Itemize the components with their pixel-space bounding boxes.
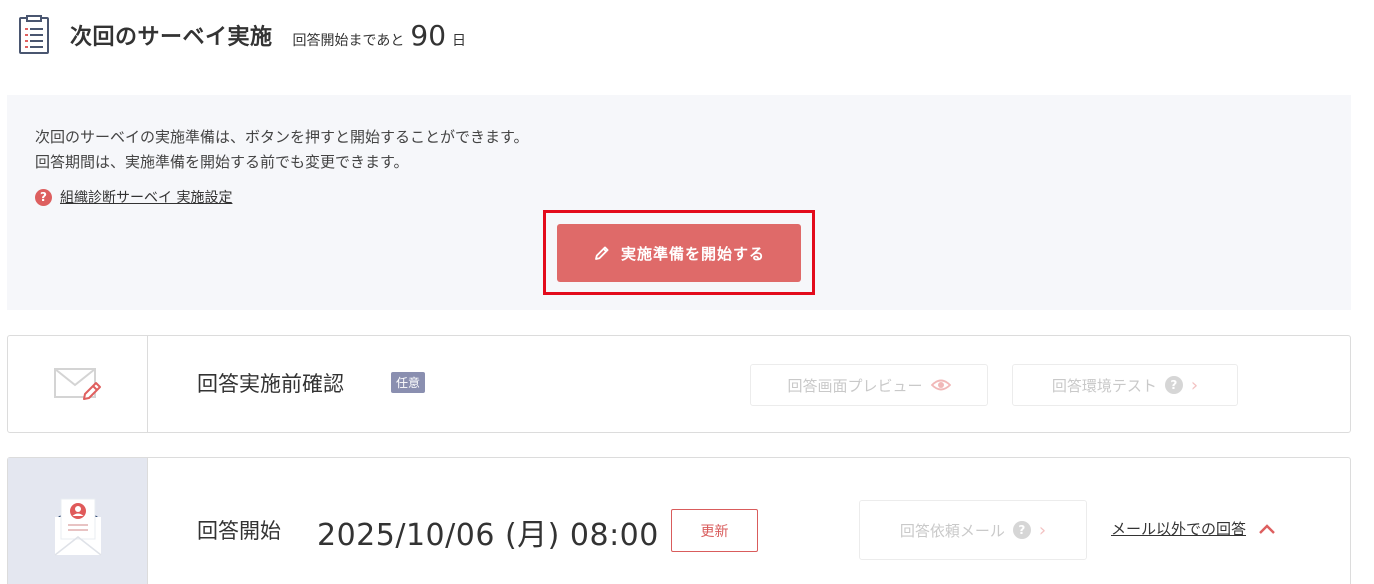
pre-check-title: 回答実施前確認 [197,372,344,396]
answer-preview-button[interactable]: 回答画面プレビュー [750,364,988,406]
environment-test-label: 回答環境テスト [1051,376,1157,395]
countdown-days: 90 [410,18,447,52]
envelope-pen-icon [53,368,101,400]
settings-help-link[interactable]: ? 組織診断サーベイ 実施設定 [35,187,232,207]
countdown: 回答開始まであと 90 日 [293,19,467,52]
page-header: 次回のサーベイ実施 回答開始まであと 90 日 [18,14,466,56]
chevron-right-icon: › [1038,519,1047,541]
environment-test-help: ? [1164,376,1183,394]
request-mail-label: 回答依頼メール [899,521,1005,540]
start-preparation-label: 実施準備を開始する [620,244,765,263]
document-list-icon [19,15,49,54]
non-mail-answer-link[interactable]: メール以外での回答 [1111,518,1276,539]
request-mail-help: ? [1012,521,1031,539]
start-preparation-button[interactable]: 実施準備を開始する [557,224,801,282]
start-button-highlight: 実施準備を開始する [543,210,815,295]
request-mail-button[interactable]: 回答依頼メール ? › [859,500,1087,560]
info-text: 次回のサーベイの実施準備は、ボタンを押すと開始することができます。 回答期間は、… [35,125,529,175]
optional-badge: 任意 [391,372,426,393]
info-panel: 次回のサーベイの実施準備は、ボタンを押すと開始することができます。 回答期間は、… [7,95,1351,310]
environment-test-button[interactable]: 回答環境テスト ? › [1012,364,1238,406]
update-button[interactable]: 更新 [671,509,758,552]
answer-start-icon-column [8,458,148,584]
question-circle-icon: ? [35,188,52,206]
answer-start-card: 回答開始 2025/10/06 (月) 08:00 更新 回答依頼メール ? ›… [7,457,1351,584]
info-line-2: 回答期間は、実施準備を開始する前でも変更できます。 [35,153,409,171]
question-circle-icon: ? [1164,376,1183,394]
question-circle-icon: ? [1012,521,1031,539]
countdown-prefix: 回答開始まであと [292,32,405,49]
info-line-1: 次回のサーベイの実施準備は、ボタンを押すと開始することができます。 [35,128,529,146]
answer-preview-label: 回答画面プレビュー [787,376,923,395]
answer-start-datetime: 2025/10/06 (月) 08:00 [317,518,659,553]
settings-help-link-label: 組織診断サーベイ 実施設定 [60,190,233,206]
pencil-icon [593,244,611,262]
eye-icon [930,378,951,392]
answer-start-title: 回答開始 [197,519,281,543]
chevron-right-icon: › [1190,374,1199,396]
non-mail-answer-label: メール以外での回答 [1111,520,1247,538]
countdown-suffix: 日 [452,32,467,49]
pre-check-card: 回答実施前確認 任意 回答画面プレビュー 回答環境テスト ? › [7,335,1351,433]
pre-check-icon-column [8,336,148,432]
page-title: 次回のサーベイ実施 [70,25,273,50]
envelope-person-icon [54,498,101,556]
chevron-up-icon [1258,523,1276,535]
